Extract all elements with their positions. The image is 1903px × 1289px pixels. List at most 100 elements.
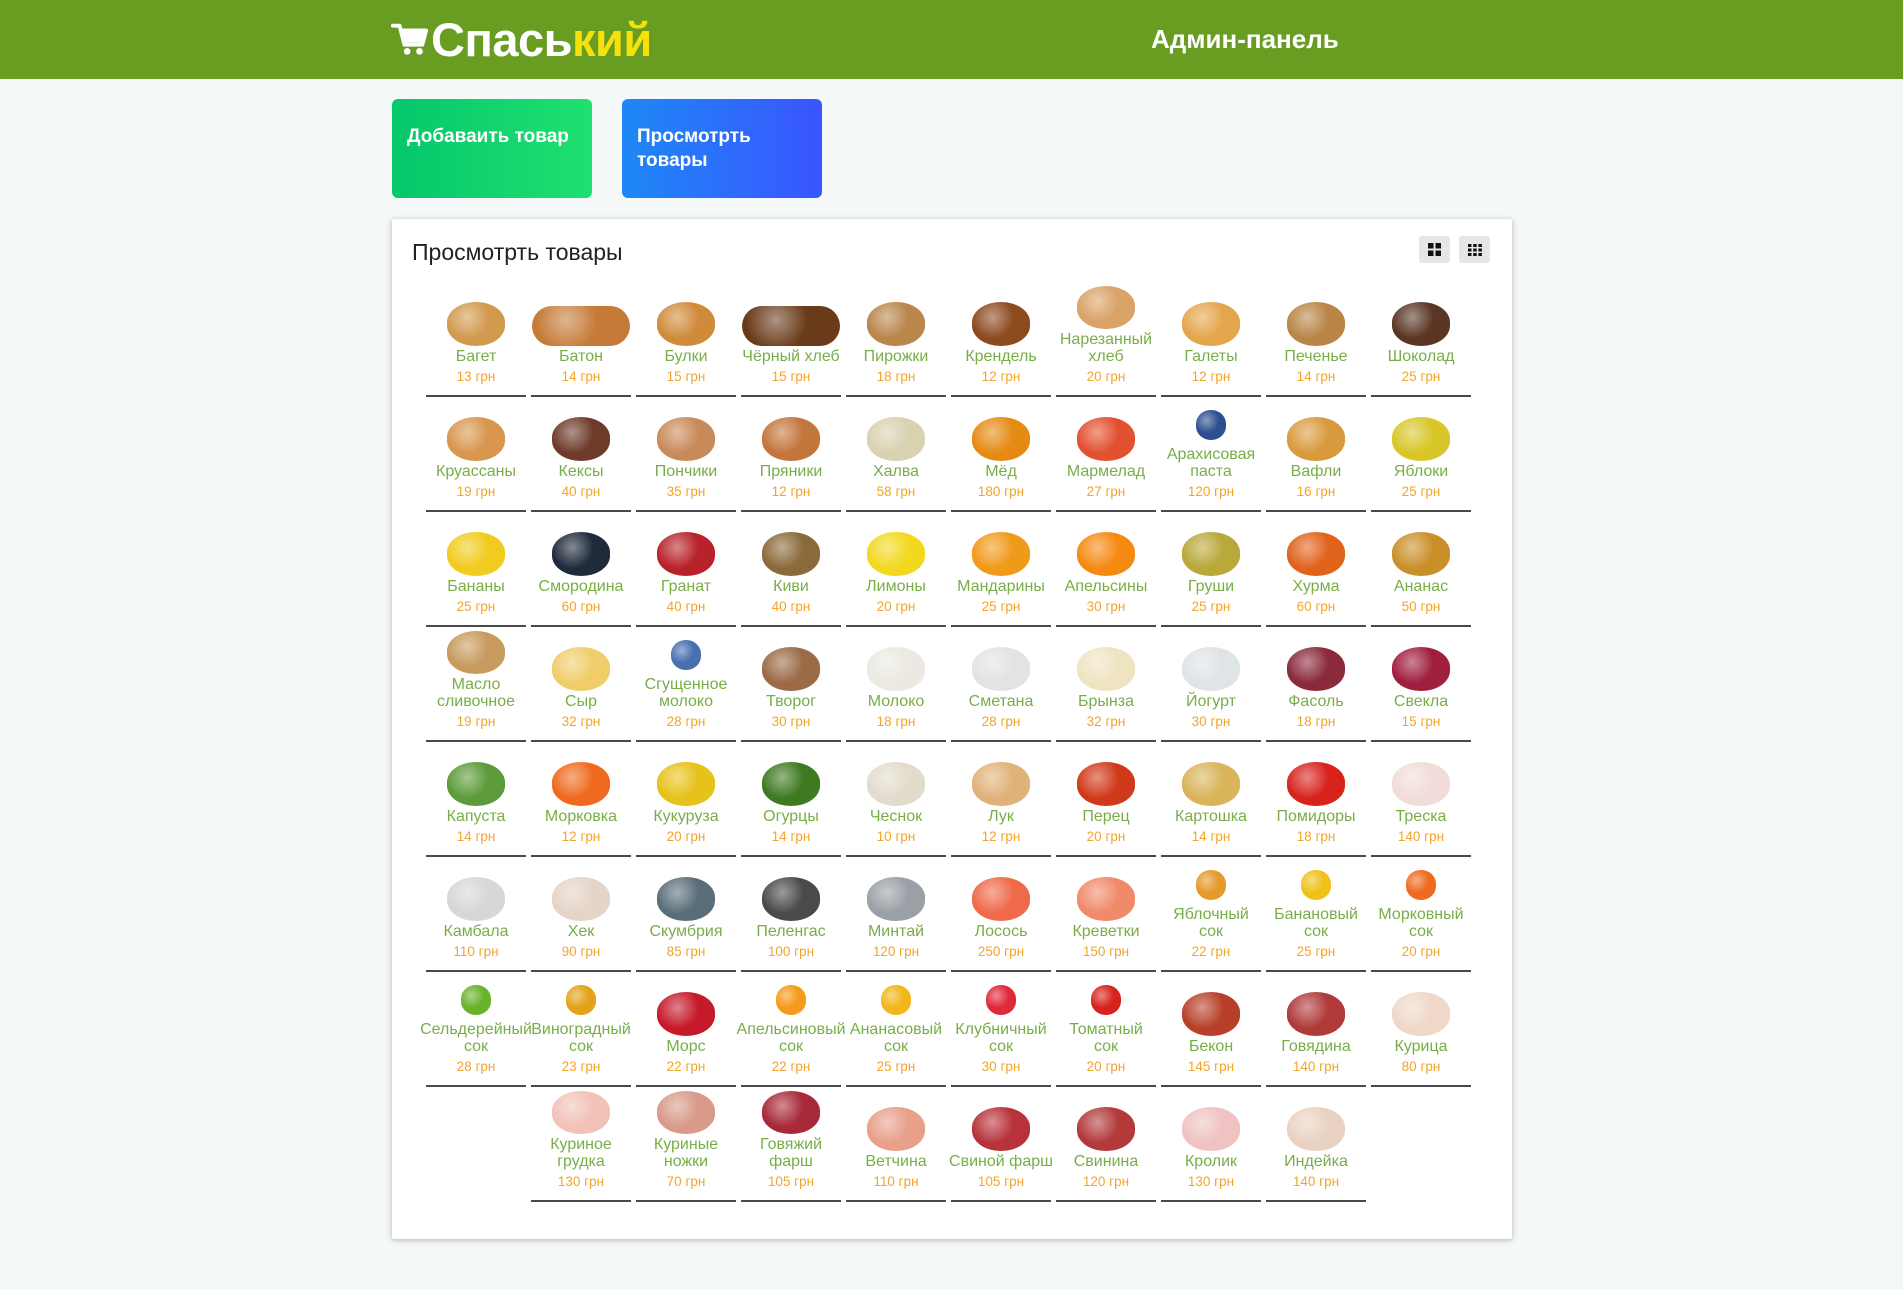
product-card[interactable]: Хурма 60 грн [1266,516,1366,627]
product-card[interactable]: Картошка 14 грн [1161,746,1261,857]
product-card[interactable]: Лук 12 грн [951,746,1051,857]
product-price: 14 грн [561,369,601,384]
product-card[interactable]: Яблоки 25 грн [1371,401,1471,512]
product-card[interactable]: Гранат 40 грн [636,516,736,627]
product-card[interactable]: Халва 58 грн [846,401,946,512]
product-card[interactable]: Лосось 250 грн [951,861,1051,972]
product-image [867,647,925,691]
product-card[interactable]: Печенье 14 грн [1266,286,1366,397]
product-name: Багет [455,348,497,365]
product-card[interactable]: Бананы 25 грн [426,516,526,627]
product-card[interactable]: Творог 30 грн [741,631,841,742]
product-card[interactable]: Бекон 145 грн [1161,976,1261,1087]
product-card[interactable]: Пирожки 18 грн [846,286,946,397]
product-card[interactable]: Сгущенное молоко 28 грн [636,631,736,742]
product-card[interactable]: Свекла 15 грн [1371,631,1471,742]
product-card[interactable]: Креветки 150 грн [1056,861,1156,972]
product-price: 19 грн [456,714,496,729]
product-card[interactable]: Ананасовый сок 25 грн [846,976,946,1087]
product-card[interactable]: Томатный сок 20 грн [1056,976,1156,1087]
product-image [1182,647,1240,691]
product-card[interactable]: Огурцы 14 грн [741,746,841,857]
product-card[interactable]: Чёрный хлеб 15 грн [741,286,841,397]
product-image [552,417,610,461]
product-image [972,1107,1030,1151]
product-card[interactable]: Киви 40 грн [741,516,841,627]
product-card[interactable]: Галеты 12 грн [1161,286,1261,397]
product-card[interactable]: Свиной фарш 105 грн [949,1091,1053,1202]
small-grid-view-button[interactable] [1459,236,1490,263]
product-card[interactable]: Сметана 28 грн [951,631,1051,742]
product-card[interactable]: Индейка 140 грн [1266,1091,1366,1202]
product-card[interactable]: Сельдерейный сок 28 грн [420,976,532,1087]
product-card[interactable]: Треска 140 грн [1371,746,1471,857]
product-card[interactable]: Батон 14 грн [531,286,631,397]
product-card[interactable]: Перец 20 грн [1056,746,1156,857]
product-card[interactable]: Пеленгас 100 грн [741,861,841,972]
product-card[interactable]: Куриное грудка 130 грн [531,1091,631,1202]
product-card[interactable]: Морковка 12 грн [531,746,631,857]
product-card[interactable]: Шоколад 25 грн [1371,286,1471,397]
product-card[interactable]: Чеснок 10 грн [846,746,946,857]
product-name: Сельдерейный сок [420,1021,532,1055]
product-card[interactable]: Куриные ножки 70 грн [636,1091,736,1202]
product-card[interactable]: Яблочный сок 22 грн [1161,861,1261,972]
product-card[interactable]: Багет 13 грн [426,286,526,397]
product-card[interactable]: Банановый сок 25 грн [1266,861,1366,972]
add-product-tile[interactable]: Добаваить товар [392,99,592,198]
product-price: 20 грн [876,599,916,614]
product-card[interactable]: Мармелад 27 грн [1056,401,1156,512]
product-card[interactable]: Кукуруза 20 грн [636,746,736,857]
product-card[interactable]: Масло сливочное 19 грн [426,631,526,742]
product-card[interactable]: Морс 22 грн [636,976,736,1087]
product-card[interactable]: Пряники 12 грн [741,401,841,512]
product-price: 25 грн [1191,599,1231,614]
product-card[interactable]: Клубничный сок 30 грн [951,976,1051,1087]
product-card[interactable]: Пончики 35 грн [636,401,736,512]
product-card[interactable]: Хек 90 грн [531,861,631,972]
large-grid-view-button[interactable] [1419,236,1450,263]
product-card[interactable]: Брынза 32 грн [1056,631,1156,742]
product-card[interactable]: Груши 25 грн [1161,516,1261,627]
product-name: Перец [1082,808,1130,825]
product-card[interactable]: Сыр 32 грн [531,631,631,742]
product-card[interactable]: Йогурт 30 грн [1161,631,1261,742]
product-card[interactable]: Арахисовая паста 120 грн [1161,401,1261,512]
product-row: Круассаны 19 грн Кексы 40 грн Пончики 35 грн П… [426,401,1478,516]
brand-logo[interactable]: Спась кий [391,13,652,66]
product-card[interactable]: Курица 80 грн [1371,976,1471,1087]
product-card[interactable]: Помидоры 18 грн [1266,746,1366,857]
product-card[interactable]: Фасоль 18 грн [1266,631,1366,742]
product-card[interactable]: Вафли 16 грн [1266,401,1366,512]
product-card[interactable]: Скумбрия 85 грн [636,861,736,972]
product-card[interactable]: Кролик 130 грн [1161,1091,1261,1202]
product-card[interactable]: Крендель 12 грн [951,286,1051,397]
product-card[interactable]: Мандарины 25 грн [951,516,1051,627]
product-card[interactable]: Камбала 110 грн [426,861,526,972]
product-card[interactable]: Круассаны 19 грн [426,401,526,512]
product-card[interactable]: Нарезанный хлеб 20 грн [1056,286,1156,397]
product-price: 120 грн [872,944,920,959]
product-card[interactable]: Свинина 120 грн [1056,1091,1156,1202]
product-card[interactable]: Лимоны 20 грн [846,516,946,627]
product-card[interactable]: Говядина 140 грн [1266,976,1366,1087]
product-card[interactable]: Ветчина 110 грн [846,1091,946,1202]
product-card[interactable]: Капуста 14 грн [426,746,526,857]
product-card[interactable]: Смородина 60 грн [531,516,631,627]
product-card[interactable]: Апельсины 30 грн [1056,516,1156,627]
product-card[interactable]: Виноградный сок 23 грн [531,976,631,1087]
product-name: Минтай [867,923,925,940]
product-card[interactable]: Морковный сок 20 грн [1371,861,1471,972]
product-card[interactable]: Апельсиновый сок 22 грн [737,976,846,1087]
product-card[interactable]: Булки 15 грн [636,286,736,397]
view-products-tile[interactable]: Просмотрть товары [622,99,822,198]
product-card[interactable]: Молоко 18 грн [846,631,946,742]
product-card[interactable]: Ананас 50 грн [1371,516,1471,627]
product-card[interactable]: Кексы 40 грн [531,401,631,512]
product-name: Куриное грудка [550,1136,612,1170]
product-card[interactable]: Минтай 120 грн [846,861,946,972]
product-card[interactable]: Мёд 180 грн [951,401,1051,512]
product-name: Пончики [654,463,718,480]
product-price: 20 грн [1086,829,1126,844]
product-card[interactable]: Говяжий фарш 105 грн [741,1091,841,1202]
